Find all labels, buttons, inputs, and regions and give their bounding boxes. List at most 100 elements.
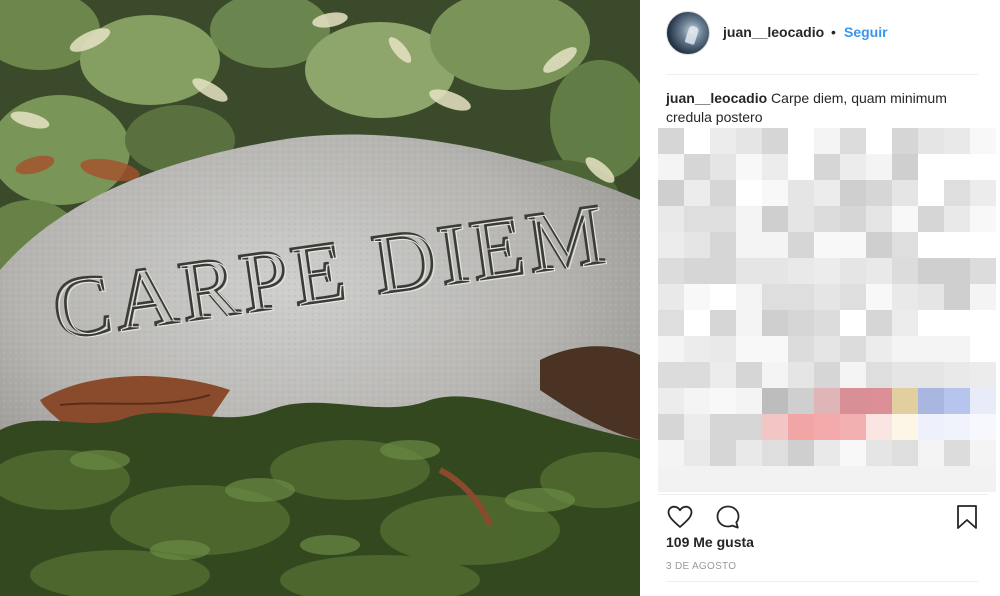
heart-outline-icon[interactable] [666, 503, 694, 531]
post-date[interactable]: 3 DE AGOSTO [666, 561, 736, 572]
redacted-pixel [892, 362, 918, 388]
carpe-diem-stone-image: CARPE DIEM CARPE DIEM [0, 0, 640, 596]
redacted-pixel [736, 336, 762, 362]
redacted-pixel [944, 128, 970, 154]
redacted-pixel [944, 310, 970, 336]
redacted-pixel [814, 336, 840, 362]
redacted-pixel [762, 258, 788, 284]
redacted-comments [658, 128, 996, 494]
redacted-pixel [710, 154, 736, 180]
redacted-pixel [892, 206, 918, 232]
redacted-pixel [944, 284, 970, 310]
post-header: juan__leocadio • Seguir [640, 0, 1000, 66]
redacted-pixel [710, 232, 736, 258]
redacted-pixel [944, 336, 970, 362]
redacted-pixel [684, 232, 710, 258]
redacted-pixel [918, 414, 944, 440]
redacted-pixel [736, 466, 762, 492]
redacted-pixel [788, 128, 814, 154]
redacted-pixel [658, 154, 684, 180]
redacted-pixel [970, 362, 996, 388]
redacted-pixel [658, 284, 684, 310]
redacted-pixel [892, 232, 918, 258]
likes-count[interactable]: 109 Me gusta [666, 534, 754, 550]
redacted-pixel [814, 310, 840, 336]
redacted-pixel [892, 284, 918, 310]
avatar[interactable] [666, 11, 710, 55]
redacted-pixel [710, 310, 736, 336]
redacted-pixel [736, 310, 762, 336]
redacted-pixel [970, 154, 996, 180]
redacted-pixel [788, 336, 814, 362]
redacted-pixel [918, 284, 944, 310]
redacted-pixel [684, 258, 710, 284]
header-separator: • [831, 24, 836, 40]
bookmark-icon[interactable] [953, 503, 981, 531]
post-photo[interactable]: CARPE DIEM CARPE DIEM [0, 0, 640, 596]
caption-username-link[interactable]: juan__leocadio [666, 90, 767, 106]
redacted-pixel [892, 414, 918, 440]
redacted-pixel [762, 414, 788, 440]
redacted-pixel [788, 440, 814, 466]
redacted-pixel [970, 414, 996, 440]
redacted-pixel [866, 388, 892, 414]
redacted-pixel [762, 232, 788, 258]
redacted-pixel [788, 154, 814, 180]
redacted-pixel [892, 440, 918, 466]
redacted-pixel [762, 336, 788, 362]
follow-button[interactable]: Seguir [844, 24, 888, 40]
redacted-pixel [710, 414, 736, 440]
redacted-pixel [970, 388, 996, 414]
redacted-pixel [710, 128, 736, 154]
redacted-pixel [840, 388, 866, 414]
redacted-pixel [840, 440, 866, 466]
redacted-pixel [658, 362, 684, 388]
redacted-pixel [866, 232, 892, 258]
redacted-pixel [658, 310, 684, 336]
redacted-pixel [840, 466, 866, 492]
redacted-pixel [658, 440, 684, 466]
redacted-pixel [684, 128, 710, 154]
redacted-pixel [918, 466, 944, 492]
redacted-pixel [840, 336, 866, 362]
redacted-pixel [658, 414, 684, 440]
redacted-pixel [866, 154, 892, 180]
redacted-pixel [658, 180, 684, 206]
redacted-pixel [710, 466, 736, 492]
redacted-pixel [736, 154, 762, 180]
redacted-pixel [918, 388, 944, 414]
redacted-pixel [840, 362, 866, 388]
redacted-pixel [970, 284, 996, 310]
divider [666, 74, 978, 75]
redacted-pixel [658, 258, 684, 284]
redacted-pixel [710, 388, 736, 414]
redacted-pixel [788, 310, 814, 336]
redacted-pixel [762, 206, 788, 232]
redacted-pixel [658, 206, 684, 232]
redacted-pixel [892, 388, 918, 414]
redacted-pixel [840, 180, 866, 206]
redacted-pixel [814, 362, 840, 388]
redacted-pixel [814, 388, 840, 414]
redacted-pixel [970, 128, 996, 154]
redacted-pixel [658, 466, 684, 492]
redacted-pixel [658, 128, 684, 154]
post-actions [640, 494, 1000, 534]
redacted-pixel [762, 362, 788, 388]
redacted-pixel [658, 336, 684, 362]
redacted-pixel [684, 206, 710, 232]
redacted-pixel [788, 466, 814, 492]
redacted-pixel [970, 466, 996, 492]
redacted-pixel [814, 466, 840, 492]
divider [666, 581, 978, 582]
redacted-pixel [658, 232, 684, 258]
redacted-pixel [970, 258, 996, 284]
username-link[interactable]: juan__leocadio [723, 24, 824, 40]
redacted-pixel [814, 414, 840, 440]
speech-bubble-icon[interactable] [714, 503, 742, 531]
redacted-pixel [944, 466, 970, 492]
redacted-pixel [762, 388, 788, 414]
redacted-pixel [866, 310, 892, 336]
redacted-pixel [892, 154, 918, 180]
redacted-pixel [684, 388, 710, 414]
